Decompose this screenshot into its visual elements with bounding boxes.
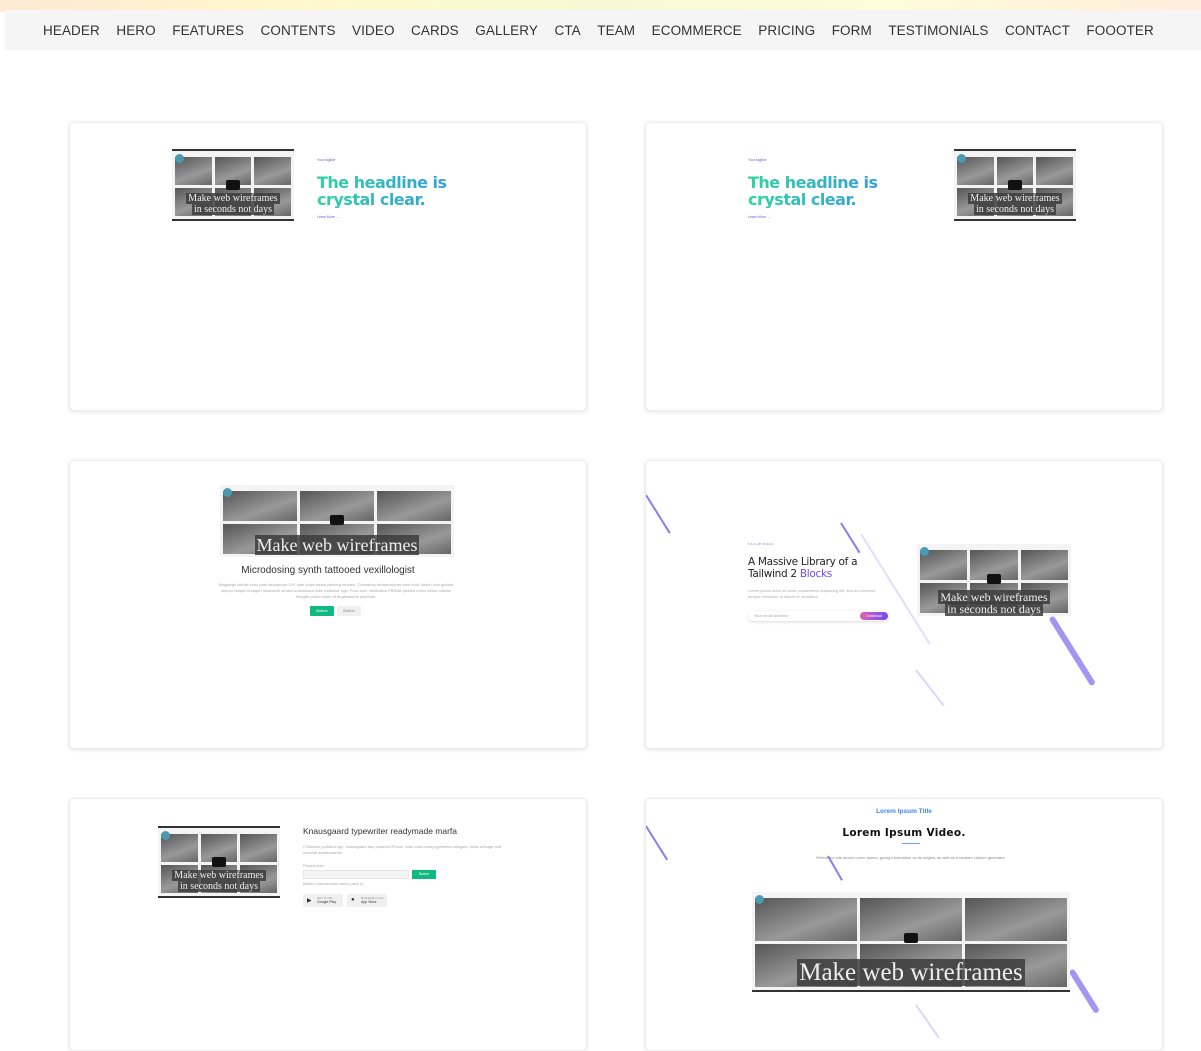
eyebrow: TAILWINDUI	[748, 542, 775, 546]
google-play-icon: ▶	[307, 898, 312, 904]
nav-header[interactable]: HEADER	[43, 23, 100, 38]
thumb-caption: in seconds not days	[177, 880, 261, 892]
title-line: A Massive Library of a	[748, 556, 858, 568]
nav-ecommerce[interactable]: ECOMMERCE	[652, 23, 742, 38]
learn-more-link[interactable]: Learn More →	[748, 215, 770, 219]
nav-contact[interactable]: CONTACT	[1005, 23, 1070, 38]
nav-pricing[interactable]: PRICING	[758, 23, 815, 38]
nav-form[interactable]: FORM	[832, 23, 872, 38]
logo-icon	[755, 895, 764, 904]
template-card-video-centered[interactable]: Make web wireframes Microdosing synth ta…	[69, 460, 587, 749]
nav-features[interactable]: FEATURES	[172, 23, 244, 38]
video-thumbnail[interactable]: Make web wireframes in seconds not days	[917, 544, 1071, 616]
play-icon	[212, 856, 226, 867]
play-icon	[226, 179, 240, 190]
nav-contents[interactable]: CONTENTS	[261, 23, 336, 38]
hero-body: Lorem ipsum dolor sit amet, consectetur …	[748, 588, 875, 599]
card-body: Chillwave portland ugh, knausgaard fam p…	[303, 844, 502, 855]
thumb-caption: in seconds not days	[191, 203, 275, 215]
thumb-caption: Make web wireframes	[186, 193, 280, 204]
logo-icon	[223, 488, 232, 497]
tagline: Your tagline	[748, 158, 767, 162]
placeholder-input[interactable]	[303, 870, 409, 879]
video-thumbnail[interactable]: Make web wireframes	[752, 892, 1070, 992]
headline: The headline is crystal clear.	[317, 174, 487, 208]
video-thumbnail[interactable]: Make web wireframes	[220, 485, 454, 557]
thumb-caption: in seconds not days	[945, 602, 1043, 616]
logo-icon	[175, 154, 184, 163]
app-store-button[interactable]: ● Download on the App Store	[347, 894, 387, 907]
template-card-video-right[interactable]: Your tagline The headline is crystal cle…	[645, 122, 1163, 411]
title-line: Tailwind 2	[748, 568, 797, 580]
decorative-stripe	[1048, 615, 1096, 687]
logo-icon	[957, 154, 966, 163]
tagline: Your tagline	[317, 158, 336, 162]
decorative-stripe	[1068, 968, 1101, 1014]
video-thumbnail[interactable]: Make web wireframes in seconds not days	[158, 826, 280, 898]
logo-icon	[920, 547, 929, 556]
play-icon	[1008, 179, 1022, 190]
play-icon	[904, 933, 918, 944]
card-title: Microdosing synth tattooed vexillologist	[241, 565, 415, 576]
thumb-caption: in seconds not days	[973, 203, 1057, 215]
store-name: Google Play	[317, 900, 337, 904]
field-note: Bitters chicharrones fanny pack yr.	[303, 881, 365, 886]
video-thumbnail[interactable]: Make web wireframes in seconds not days	[172, 149, 294, 221]
thumb-caption: Make web wireframes	[797, 958, 1025, 986]
title-underline	[902, 843, 920, 844]
section-body: Reference site about Lorem Ipsum, giving…	[816, 855, 1006, 860]
apple-icon: ●	[351, 897, 355, 903]
email-input[interactable]: Your email address	[754, 613, 788, 618]
headline: The headline is crystal clear.	[748, 174, 918, 208]
template-card-video-left[interactable]: Make web wireframes in seconds not days Y…	[69, 122, 587, 411]
submit-button[interactable]: Button	[412, 870, 436, 879]
thumb-caption: Make web wireframes	[172, 870, 266, 881]
decorative-stripe	[915, 1004, 940, 1039]
hero-title: A Massive Library of a Tailwind 2 Blocks	[748, 556, 858, 580]
nav-team[interactable]: TEAM	[597, 23, 635, 38]
template-card-hero-tailwind[interactable]: TAILWINDUI A Massive Library of a Tailwin…	[645, 460, 1163, 749]
eyebrow: Lorem Ipsum Title	[876, 808, 932, 815]
nav-foooter[interactable]: FOOOTER	[1086, 23, 1153, 38]
secondary-button[interactable]: Button	[337, 606, 361, 616]
decorative-stripe	[646, 494, 671, 534]
nav-testimonials[interactable]: TESTIMONIALS	[888, 23, 988, 38]
nav-cards[interactable]: CARDS	[411, 23, 459, 38]
title-accent: Blocks	[799, 568, 832, 580]
card-body: Meggings kinfolk echo park stumptown DIY…	[218, 582, 454, 599]
section-title: Lorem Ipsum Video.	[842, 827, 966, 839]
field-label: Placeholder	[303, 863, 325, 868]
template-card-app-download[interactable]: Make web wireframes in seconds not days K…	[69, 798, 587, 1051]
decorative-stripe	[915, 669, 945, 707]
play-icon	[987, 574, 1001, 585]
store-name: App Store	[361, 900, 377, 904]
decorative-stripe	[840, 522, 861, 554]
top-nav: HEADER HERO FEATURES CONTENTS VIDEO CARD…	[5, 10, 1201, 50]
thumb-caption: Make web wireframes	[968, 193, 1062, 204]
nav-video[interactable]: VIDEO	[352, 23, 395, 38]
nav-cta[interactable]: CTA	[554, 23, 580, 38]
card-title: Knausgaard typewriter readymade marfa	[303, 826, 458, 836]
template-card-video-section[interactable]: Lorem Ipsum Title Lorem Ipsum Video. Ref…	[645, 798, 1163, 1051]
video-thumbnail[interactable]: Make web wireframes in seconds not days	[954, 149, 1076, 221]
nav-gallery[interactable]: GALLERY	[475, 23, 538, 38]
google-play-button[interactable]: ▶ GET IT ON Google Play	[303, 894, 343, 907]
download-button[interactable]: Download	[860, 612, 888, 620]
thumb-caption: Make web wireframes	[254, 535, 420, 556]
primary-button[interactable]: Button	[310, 606, 334, 616]
learn-more-link[interactable]: Learn More →	[317, 215, 339, 219]
logo-icon	[161, 831, 170, 840]
play-icon	[330, 515, 344, 526]
nav-hero[interactable]: HERO	[116, 23, 155, 38]
